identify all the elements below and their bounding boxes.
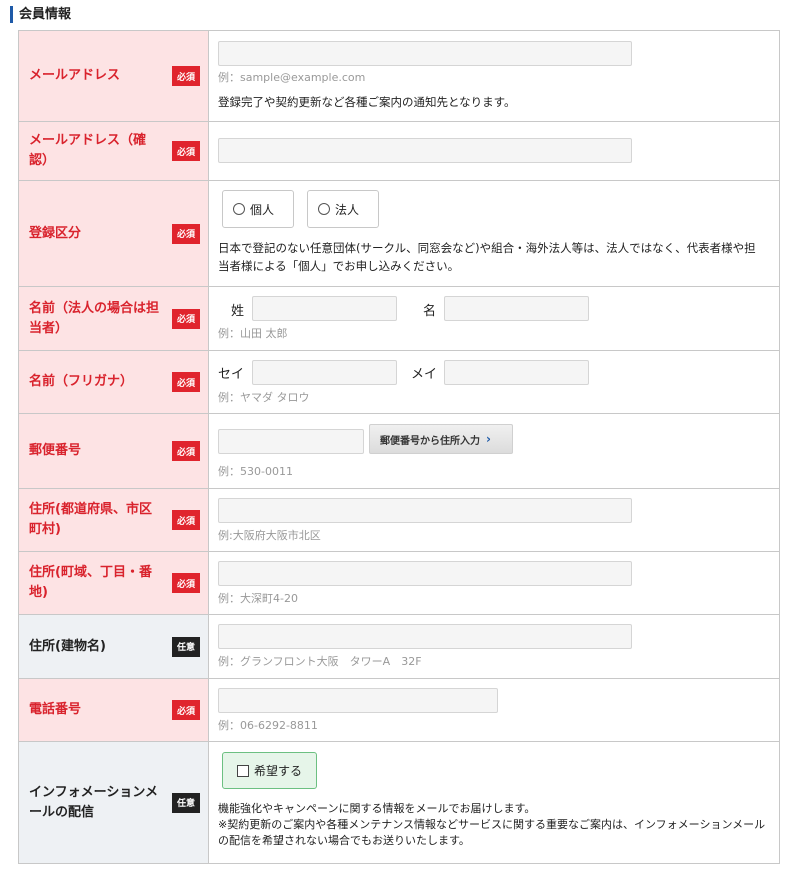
first-name-label: 名 — [423, 304, 437, 319]
tel-example: 例：06-6292-8811 — [218, 719, 318, 732]
row-reg-type: 登録区分 必須 個人 法人 日本で登記のない任意団体(サークル、同窓会など)や組… — [19, 181, 779, 287]
building-label: 住所(建物名) — [29, 638, 106, 654]
name-label: 名前（法人の場合は担当者） — [29, 300, 160, 336]
row-zip: 郵便番号 必須 郵便番号から住所入力 › 例：530-0011 — [19, 414, 779, 489]
last-kana-input[interactable] — [252, 360, 397, 385]
pref-input[interactable] — [218, 498, 632, 523]
tel-input[interactable] — [218, 688, 498, 713]
first-name-input[interactable] — [444, 296, 589, 321]
required-badge: 必須 — [172, 510, 200, 530]
required-badge: 必須 — [172, 372, 200, 392]
town-input[interactable] — [218, 561, 632, 586]
email-example: 例：sample@example.com — [218, 71, 366, 84]
required-badge: 必須 — [172, 700, 200, 720]
row-town: 住所(町域、丁目・番地) 必須 例：大深町4-20 — [19, 552, 779, 615]
radio-corporate[interactable]: 法人 — [307, 190, 379, 228]
email-label: メールアドレス — [29, 68, 121, 83]
required-badge: 必須 — [172, 573, 200, 593]
row-tel: 電話番号 必須 例：06-6292-8811 — [19, 679, 779, 742]
radio-circle-icon — [233, 203, 245, 215]
zip-input[interactable] — [218, 429, 364, 454]
row-email-confirm: メールアドレス（確認） 必須 — [19, 122, 779, 181]
radio-individual-label: 個人 — [250, 202, 275, 217]
email-note: 登録完了や契約更新など各種ご案内の通知先となります。 — [218, 95, 516, 109]
pref-label: 住所(都道府県、市区町村) — [29, 502, 152, 537]
member-info-form: メールアドレス 必須 例：sample@example.com 登録完了や契約更… — [18, 30, 780, 864]
radio-circle-icon — [318, 203, 330, 215]
zip-label: 郵便番号 — [29, 443, 82, 458]
info-mail-label: インフォメーションメールの配信 — [29, 784, 158, 820]
info-mail-note: 機能強化やキャンペーンに関する情報をメールでお届けします。 — [218, 802, 536, 815]
row-building: 住所(建物名) 任意 例：グランフロント大阪 タワーA 32F — [19, 615, 779, 679]
reg-type-note: 日本で登記のない任意団体(サークル、同窓会など)や組合・海外法人等は、法人ではな… — [218, 241, 756, 273]
last-name-input[interactable] — [252, 296, 397, 321]
optional-badge: 任意 — [172, 792, 200, 813]
first-kana-input[interactable] — [444, 360, 589, 385]
required-badge: 必須 — [172, 141, 200, 161]
radio-corporate-label: 法人 — [335, 202, 360, 217]
name-example: 例：山田 太郎 — [218, 327, 288, 340]
kana-label: 名前（フリガナ） — [29, 374, 134, 389]
info-mail-note-important: ※契約更新のご案内や各種メンテナンス情報などサービスに関する重要なご案内は、イン… — [218, 818, 766, 847]
row-pref: 住所(都道府県、市区町村) 必須 例:大阪府大阪市北区 — [19, 489, 779, 552]
email-confirm-label: メールアドレス（確認） — [29, 133, 147, 168]
radio-individual[interactable]: 個人 — [222, 190, 294, 228]
first-kana-label: メイ — [411, 367, 438, 382]
last-name-label: 姓 — [231, 304, 245, 319]
town-example: 例：大深町4-20 — [218, 592, 298, 605]
required-badge: 必須 — [172, 66, 200, 86]
info-mail-checkbox-label: 希望する — [254, 764, 303, 778]
info-mail-checkbox[interactable]: 希望する — [222, 752, 317, 789]
town-label: 住所(町域、丁目・番地) — [29, 565, 152, 600]
last-kana-label: セイ — [218, 367, 245, 382]
row-kana: 名前（フリガナ） 必須 セイ メイ 例：ヤマダ タロウ — [19, 351, 779, 414]
tel-label: 電話番号 — [29, 702, 82, 717]
zip-example: 例：530-0011 — [218, 465, 293, 478]
section-title: 会員情報 — [10, 6, 71, 23]
zip-lookup-label: 郵便番号から住所入力 — [380, 435, 480, 447]
building-example: 例：グランフロント大阪 タワーA 32F — [218, 655, 422, 668]
checkbox-icon — [237, 764, 249, 777]
email-input[interactable] — [218, 41, 632, 66]
zip-lookup-button[interactable]: 郵便番号から住所入力 › — [369, 424, 513, 454]
row-email: メールアドレス 必須 例：sample@example.com 登録完了や契約更… — [19, 31, 779, 122]
building-input[interactable] — [218, 624, 632, 649]
reg-type-label: 登録区分 — [29, 225, 82, 241]
email-confirm-input[interactable] — [218, 138, 632, 163]
pref-example: 例:大阪府大阪市北区 — [218, 529, 321, 542]
required-badge: 必須 — [172, 441, 200, 461]
required-badge: 必須 — [172, 308, 200, 329]
row-name: 名前（法人の場合は担当者） 必須 姓 名 例：山田 太郎 — [19, 287, 779, 351]
chevron-right-icon: › — [486, 432, 491, 446]
optional-badge: 任意 — [172, 636, 200, 657]
kana-example: 例：ヤマダ タロウ — [218, 391, 310, 404]
required-badge: 必須 — [172, 223, 200, 244]
row-info-mail: インフォメーションメールの配信 任意 希望する 機能強化やキャンペーンに関する情… — [19, 742, 779, 864]
